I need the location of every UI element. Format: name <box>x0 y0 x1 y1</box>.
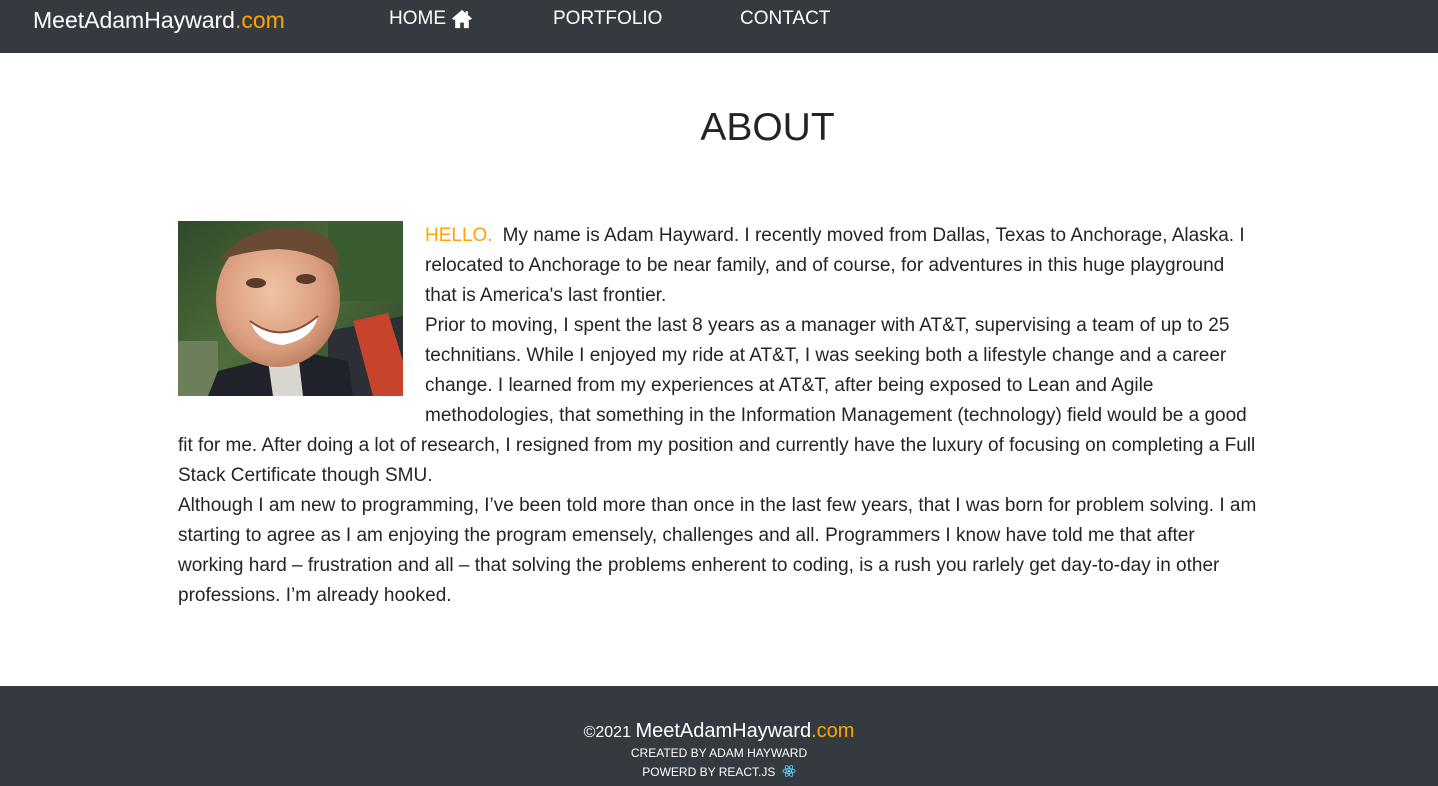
intro-text: My name is Adam Hayward. I recently move… <box>425 225 1245 306</box>
footer-site-name: MeetAdamHayward.com <box>635 720 854 742</box>
about-content: HELLO. My name is Adam Hayward. I recentl… <box>178 221 1260 611</box>
footer-created-by: CREATED BY ADAM HAYWARD <box>630 746 808 760</box>
site-footer: ©2021 MeetAdamHayward.com CREATED BY ADA… <box>0 686 1438 786</box>
nav-portfolio-label: PORTFOLIO <box>553 8 663 29</box>
footer-copyright: ©2021 MeetAdamHayward.com <box>0 719 1438 745</box>
profile-photo <box>178 221 403 396</box>
footer-site-tld: .com <box>811 720 855 742</box>
nav-home-label: HOME <box>389 8 446 29</box>
nav-contact-link[interactable]: CONTACT <box>740 6 830 32</box>
home-icon <box>452 9 472 29</box>
brand-tld: .com <box>234 7 285 33</box>
hello-label: HELLO. <box>425 225 493 246</box>
brand-name: MeetAdamHayward <box>33 7 235 33</box>
nav-home-link[interactable]: HOME <box>389 6 473 32</box>
page-title: ABOUT <box>700 106 835 149</box>
react-icon <box>782 765 796 777</box>
brand-logo-link[interactable]: MeetAdamHayward.com <box>33 5 285 35</box>
copyright-year: ©2021 <box>583 724 631 741</box>
powered-by-text: POWERD BY REACT.JS <box>642 765 776 779</box>
programming-paragraph: Although I am new to programming, I’ve b… <box>178 495 1257 606</box>
nav-portfolio-link[interactable]: PORTFOLIO <box>553 6 662 32</box>
footer-site-main: MeetAdamHayward <box>635 720 812 742</box>
profile-photo-image <box>178 221 403 396</box>
footer-powered-by: POWERD BY REACT.JS <box>0 764 1438 779</box>
top-navbar: MeetAdamHayward.com HOME PORTFOLIO CONTA… <box>0 0 1438 53</box>
nav-contact-label: CONTACT <box>740 8 831 29</box>
